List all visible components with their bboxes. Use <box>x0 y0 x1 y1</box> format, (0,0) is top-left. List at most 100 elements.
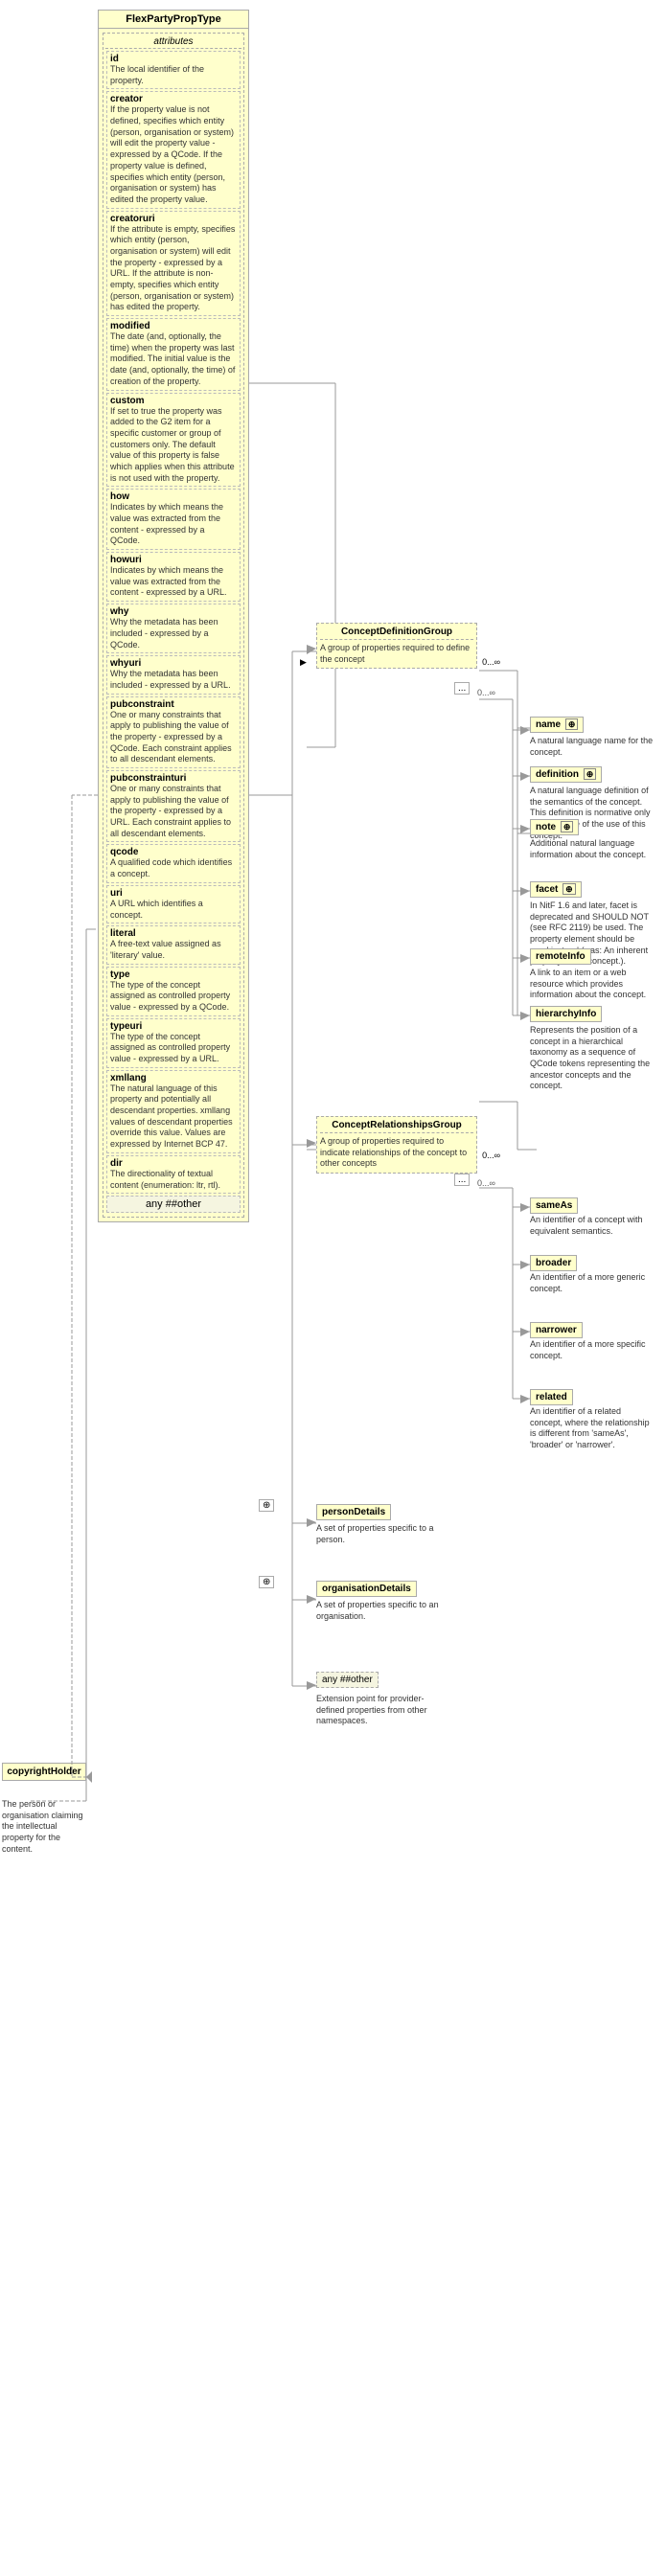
cdg-item-remoteinfo-desc: A link to an item or a web resource whic… <box>530 968 655 1001</box>
attr-why: why Why the metadata has been included -… <box>106 604 241 653</box>
attr-xmllang: xmllang The natural language of this pro… <box>106 1070 241 1153</box>
copyright-holder-name: copyrightHolder <box>7 1767 80 1777</box>
attributes-section: attributes id The local identifier of th… <box>103 33 244 1218</box>
attr-creatoruri: creatoruri If the attribute is empty, sp… <box>106 211 241 317</box>
attr-why-desc: Why the metadata has been included - exp… <box>110 617 237 650</box>
attr-type: type The type of the concept assigned as… <box>106 967 241 1016</box>
attr-pubconstraint-desc: One or many constraints that apply to pu… <box>110 710 237 765</box>
attributes-label: attributes <box>105 35 241 49</box>
crg-item-sameas: sameAs <box>530 1197 578 1214</box>
attr-qcode-desc: A qualified code which identifies a conc… <box>110 857 237 879</box>
attr-id: id The local identifier of the property. <box>106 51 241 89</box>
cdg-expand-btn[interactable]: ... <box>454 682 470 695</box>
attr-type-name: type <box>110 969 237 980</box>
attr-id-desc: The local identifier of the property. <box>110 64 237 86</box>
attr-modified-desc: The date (and, optionally, the time) whe… <box>110 331 237 387</box>
attr-typeuri: typeuri The type of the concept assigned… <box>106 1018 241 1068</box>
organisation-details-desc: A set of properties specific to an organ… <box>316 1600 450 1622</box>
attr-uri-name: uri <box>110 888 237 899</box>
attr-creatoruri-desc: If the attribute is empty, specifies whi… <box>110 224 237 314</box>
crg-item-narrower-desc: An identifier of a more specific concept… <box>530 1339 655 1361</box>
attr-literal-desc: A free-text value assigned as 'literary'… <box>110 939 237 961</box>
attr-howuri: howuri Indicates by which means the valu… <box>106 552 241 602</box>
crg-item-sameas-desc: An identifier of a concept with equivale… <box>530 1215 655 1237</box>
crg-item-related: related <box>530 1389 573 1405</box>
crg-name: ConceptRelationshipsGroup <box>320 1120 473 1133</box>
crg-item-narrower: narrower <box>530 1322 583 1338</box>
attr-uri-desc: A URL which identifies a concept. <box>110 899 237 921</box>
crg-expand-btn[interactable]: ... <box>454 1174 470 1186</box>
attr-literal-name: literal <box>110 928 237 939</box>
crg-item-broader: broader <box>530 1255 577 1271</box>
attr-typeuri-name: typeuri <box>110 1021 237 1032</box>
attr-dir: dir The directionality of textual conten… <box>106 1155 241 1194</box>
cdg-name: ConceptDefinitionGroup <box>320 627 473 640</box>
attr-creatoruri-name: creatoruri <box>110 214 237 224</box>
org-expand-btn[interactable]: ⊕ <box>259 1576 274 1588</box>
cdg-desc: A group of properties required to define… <box>320 643 473 665</box>
attr-dir-name: dir <box>110 1158 237 1169</box>
copyright-holder-box: copyrightHolder <box>2 1763 86 1781</box>
attr-how-desc: Indicates by which means the value was e… <box>110 502 237 547</box>
attr-custom-desc: If set to true the property was added to… <box>110 406 237 485</box>
person-expand-btn[interactable]: ⊕ <box>259 1499 274 1512</box>
person-details-desc: A set of properties specific to a person… <box>316 1523 450 1545</box>
attr-dir-desc: The directionality of textual content (e… <box>110 1169 237 1191</box>
diagram-wrapper: FlexPartyPropType attributes id The loca… <box>0 0 666 2576</box>
attr-pubconstrainturi: pubconstrainturi One or many constraints… <box>106 770 241 842</box>
attr-uri: uri A URL which identifies a concept. <box>106 885 241 923</box>
crg-desc: A group of properties required to indica… <box>320 1136 473 1170</box>
crg-item-broader-desc: An identifier of a more generic concept. <box>530 1272 655 1294</box>
main-box-title: FlexPartyPropType <box>99 11 248 29</box>
attr-qcode: qcode A qualified code which identifies … <box>106 844 241 882</box>
cdg-item-definition: definition ⊕ <box>530 766 602 783</box>
main-box: FlexPartyPropType attributes id The loca… <box>98 10 249 1222</box>
crg-mult-right: 0...∞ <box>482 1151 500 1160</box>
cdg-mult-left: ▶ <box>300 657 307 668</box>
cdg-item-note-desc: Additional natural language information … <box>530 838 655 860</box>
attr-creator-desc: If the property value is not defined, sp… <box>110 104 237 205</box>
concept-definition-group: ▶ 0...∞ ConceptDefinitionGroup A group o… <box>316 623 477 669</box>
attr-modified: modified The date (and, optionally, the … <box>106 318 241 390</box>
attr-xmllang-desc: The natural language of this property an… <box>110 1083 237 1151</box>
attr-pubconstrainturi-desc: One or many constraints that apply to pu… <box>110 784 237 839</box>
attr-type-desc: The type of the concept assigned as cont… <box>110 980 237 1014</box>
attr-whyuri-name: whyuri <box>110 658 237 669</box>
attr-how: how Indicates by which means the value w… <box>106 489 241 550</box>
attr-qcode-name: qcode <box>110 847 237 857</box>
organisation-details-box: organisationDetails <box>316 1581 417 1597</box>
attr-literal: literal A free-text value assigned as 'l… <box>106 925 241 964</box>
cdg-item-hierarchyinfo: hierarchyInfo <box>530 1006 602 1022</box>
cdg-item-remoteinfo: remoteInfo <box>530 948 591 965</box>
attr-how-name: how <box>110 491 237 502</box>
any-other-bottom-box: any ##other <box>316 1672 379 1688</box>
person-details-box: personDetails <box>316 1504 391 1520</box>
attr-custom: custom If set to true the property was a… <box>106 393 241 488</box>
cdg-item-name-desc: A natural language name for the concept. <box>530 736 655 758</box>
crg-conn-mult: 0...∞ <box>477 1178 495 1188</box>
attr-modified-name: modified <box>110 321 237 331</box>
attr-creator-name: creator <box>110 94 237 104</box>
cdg-item-facet: facet ⊕ <box>530 881 582 898</box>
concept-relationships-group: 0...∞ ConceptRelationshipsGroup A group … <box>316 1116 477 1174</box>
cdg-item-note: note ⊕ <box>530 819 579 835</box>
attr-pubconstraint: pubconstraint One or many constraints th… <box>106 696 241 768</box>
cdg-item-name: name ⊕ <box>530 717 584 733</box>
any-other-bottom-desc: Extension point for provider-defined pro… <box>316 1694 450 1727</box>
attr-howuri-name: howuri <box>110 555 237 565</box>
attr-custom-name: custom <box>110 396 237 406</box>
attr-howuri-desc: Indicates by which means the value was e… <box>110 565 237 599</box>
attr-whyuri-desc: Why the metadata has been included - exp… <box>110 669 237 691</box>
attr-typeuri-desc: The type of the concept assigned as cont… <box>110 1032 237 1065</box>
copyright-holder-desc: The person or organisation claiming the … <box>2 1799 86 1855</box>
crg-item-related-desc: An identifier of a related concept, wher… <box>530 1406 655 1451</box>
attr-id-name: id <box>110 54 237 64</box>
attr-creator: creator If the property value is not def… <box>106 91 241 208</box>
cdg-conn-mult: 0...∞ <box>477 688 495 697</box>
attr-why-name: why <box>110 606 237 617</box>
attr-xmllang-name: xmllang <box>110 1073 237 1083</box>
cdg-mult-right: 0...∞ <box>482 657 500 667</box>
attr-whyuri: whyuri Why the metadata has been include… <box>106 655 241 694</box>
attr-pubconstrainturi-name: pubconstrainturi <box>110 773 237 784</box>
attr-pubconstraint-name: pubconstraint <box>110 699 237 710</box>
